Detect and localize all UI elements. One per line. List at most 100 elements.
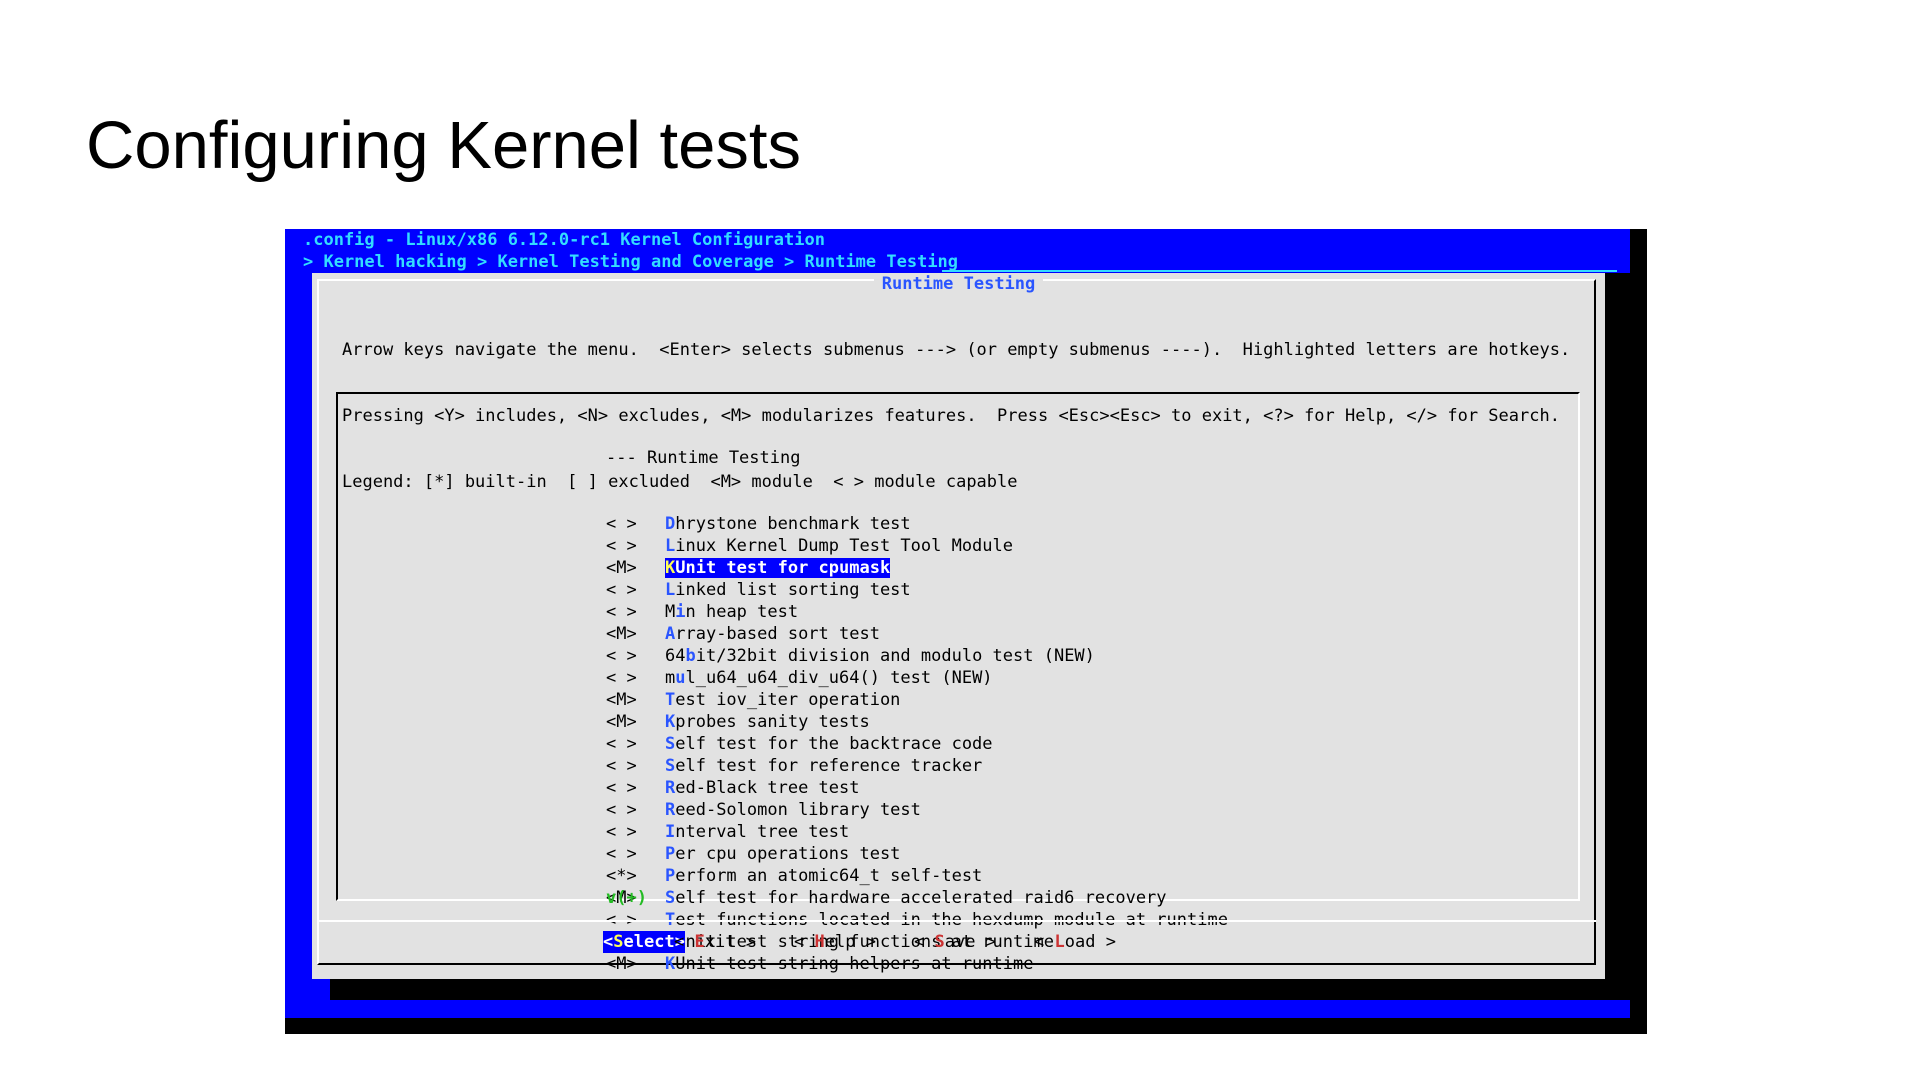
menu-item[interactable]: < > Self test for the backtrace code	[606, 733, 1228, 755]
option-label-rest: n heap test	[685, 602, 799, 622]
option-label-rest: probes sanity tests	[675, 712, 870, 732]
option-label-rest: rray-based sort test	[675, 624, 880, 644]
hotkey-letter: K	[665, 712, 676, 732]
hotkey-letter: K	[665, 954, 676, 974]
option-state[interactable]: < >	[606, 513, 665, 535]
help-line: Arrow keys navigate the menu. <Enter> se…	[342, 340, 1571, 360]
option-label: Test iov_iter operation	[665, 690, 900, 710]
option-state[interactable]: < >	[606, 645, 665, 667]
menu-heading: --- Runtime Testing	[606, 448, 801, 468]
button-separator	[319, 920, 1596, 922]
help-button[interactable]: < Help >	[794, 931, 876, 953]
option-label: KUnit test for cpumask	[665, 558, 891, 578]
button-label: elect	[623, 932, 675, 952]
option-label: Self test for the backtrace code	[665, 734, 993, 754]
menu-item[interactable]: <M> KUnit test string helpers at runtime	[606, 953, 1228, 975]
menu-item[interactable]: < > Reed-Solomon library test	[606, 799, 1228, 821]
button-label: elp	[824, 932, 856, 952]
menu-item[interactable]: < > Red-Black tree test	[606, 777, 1228, 799]
option-state[interactable]: < >	[606, 843, 665, 865]
option-label: Dhrystone benchmark test	[665, 514, 911, 534]
menu-item[interactable]: < > Per cpu operations test	[606, 843, 1228, 865]
option-label-rest: nterval tree test	[675, 822, 850, 842]
option-label-rest: hrystone benchmark test	[675, 514, 911, 534]
button-bracket: >	[1095, 932, 1116, 952]
option-state[interactable]: < >	[606, 777, 665, 799]
option-label-rest: Unit test string helpers at runtime	[675, 954, 1034, 974]
option-label: Perform an atomic64_t self-test	[665, 866, 982, 886]
option-label: Linux Kernel Dump Test Tool Module	[665, 536, 1013, 556]
hotkey-letter: I	[665, 822, 676, 842]
option-label-rest: eed-Solomon library test	[675, 800, 921, 820]
menu-item[interactable]: < >64bit/32bit division and modulo test …	[606, 645, 1228, 667]
hotkey-letter: S	[665, 888, 676, 908]
option-state[interactable]: <M>	[606, 557, 665, 579]
terminal-screen: .config - Linux/x86 6.12.0-rc1 Kernel Co…	[285, 229, 1630, 1018]
button-bracket: <	[914, 932, 935, 952]
menu-item[interactable]: <*> Perform an atomic64_t self-test	[606, 865, 1228, 887]
menu-item[interactable]: < > Dhrystone benchmark test	[606, 513, 1228, 535]
menu-item[interactable]: <M> Array-based sort test	[606, 623, 1228, 645]
option-label: mul_u64_u64_div_u64() test (NEW)	[665, 668, 993, 688]
option-state[interactable]: < >	[606, 733, 665, 755]
option-label-rest: elf test for reference tracker	[675, 756, 983, 776]
button-hotkey: L	[1054, 932, 1065, 952]
hotkey-letter: i	[675, 602, 686, 622]
menu-item[interactable]: <M> Test iov_iter operation	[606, 689, 1228, 711]
menu-item[interactable]: <M> Self test for hardware accelerated ra…	[606, 887, 1228, 909]
option-state[interactable]: < >	[606, 535, 665, 557]
hotkey-letter: u	[675, 668, 686, 688]
config-title: .config - Linux/x86 6.12.0-rc1 Kernel Co…	[303, 230, 825, 250]
option-label-rest: er cpu operations test	[675, 844, 901, 864]
hotkey-letter: K	[665, 558, 676, 578]
option-label: Self test for reference tracker	[665, 756, 982, 776]
hotkey-letter: R	[665, 778, 676, 798]
dialog-title: Runtime Testing	[312, 273, 1605, 295]
option-label: Self test for hardware accelerated raid6…	[665, 888, 1167, 908]
option-label-rest: est iov_iter operation	[675, 690, 901, 710]
menu-list: --- Runtime Testing < > Dhrystone benchma…	[606, 403, 1228, 975]
load-button[interactable]: < Load >	[1034, 931, 1116, 953]
button-hotkey: H	[814, 932, 825, 952]
option-state[interactable]: < >	[606, 799, 665, 821]
option-label-rest: Unit test for cpumask	[675, 558, 891, 578]
option-state[interactable]: <M>	[606, 953, 665, 975]
menu-item[interactable]: < > Self test for reference tracker	[606, 755, 1228, 777]
option-label: Min heap test	[665, 602, 798, 622]
option-state[interactable]: < >	[606, 579, 665, 601]
option-label: Red-Black tree test	[665, 778, 859, 798]
option-label-prefix: m	[665, 668, 676, 688]
save-button[interactable]: < Save >	[914, 931, 996, 953]
option-label-rest: inux Kernel Dump Test Tool Module	[675, 536, 1014, 556]
option-state[interactable]: < >	[606, 601, 665, 623]
select-button[interactable]: <Select>	[603, 931, 685, 953]
option-label-rest: it/32bit division and modulo test (NEW)	[695, 646, 1095, 666]
menu-item[interactable]: < > Linux Kernel Dump Test Tool Module	[606, 535, 1228, 557]
menu-item[interactable]: < > Interval tree test	[606, 821, 1228, 843]
hotkey-letter: A	[665, 624, 676, 644]
option-state[interactable]: < >	[606, 755, 665, 777]
breadcrumb-rule	[942, 270, 1617, 272]
hotkey-letter: D	[665, 514, 676, 534]
option-state[interactable]: <M>	[606, 689, 665, 711]
button-label: ave	[944, 932, 976, 952]
option-label: 64bit/32bit division and modulo test (NE…	[665, 646, 1095, 666]
option-label: Reed-Solomon library test	[665, 800, 921, 820]
option-state[interactable]: <*>	[606, 865, 665, 887]
menu-item[interactable]: < > Min heap test	[606, 601, 1228, 623]
option-state[interactable]: < >	[606, 821, 665, 843]
dialog-title-text: Runtime Testing	[873, 274, 1044, 294]
option-label-rest: elf test for hardware accelerated raid6 …	[675, 888, 1167, 908]
menu-item[interactable]: < > mul_u64_u64_div_u64() test (NEW)	[606, 667, 1228, 689]
exit-button[interactable]: < Exit >	[674, 931, 756, 953]
menu-item[interactable]: <M> KUnit test for cpumask	[606, 557, 1228, 579]
menu-item[interactable]: <M> Kprobes sanity tests	[606, 711, 1228, 733]
option-label: KUnit test string helpers at runtime	[665, 954, 1033, 974]
hotkey-letter: L	[665, 580, 676, 600]
hotkey-letter: P	[665, 866, 676, 886]
option-label-rest: inked list sorting test	[675, 580, 911, 600]
option-state[interactable]: < >	[606, 667, 665, 689]
option-state[interactable]: <M>	[606, 711, 665, 733]
option-state[interactable]: <M>	[606, 623, 665, 645]
menu-item[interactable]: < > Linked list sorting test	[606, 579, 1228, 601]
